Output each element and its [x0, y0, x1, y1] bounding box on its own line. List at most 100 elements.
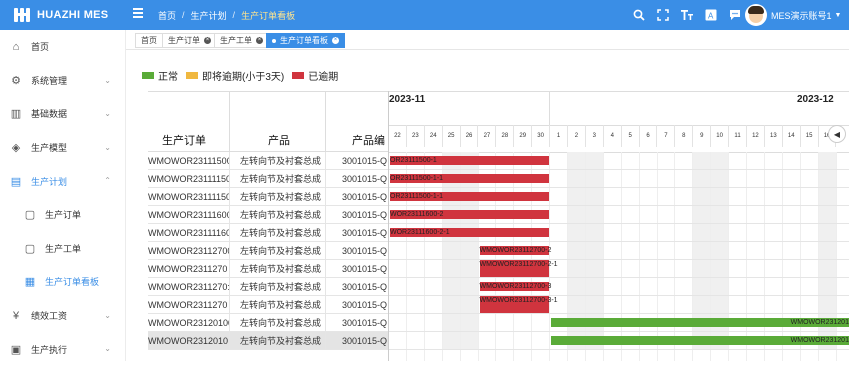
day-label: 24 — [425, 125, 443, 147]
grid-line — [620, 152, 622, 361]
order-cell: WMOWOR2312010 — [148, 332, 230, 350]
user-menu[interactable]: MES演示账号1 ▼ — [771, 0, 841, 30]
gantt-bar[interactable]: WMOWOR231201 — [551, 318, 849, 327]
fullscreen-icon[interactable] — [651, 7, 675, 23]
table-row[interactable]: WMOWOR2311270 左转向节及衬套总成 3001015-Q — [148, 260, 388, 278]
gantt-bar-label: WMOWOR231201 — [790, 319, 849, 326]
breadcrumb: 首页 / 生产计划 / 生产订单看板 — [158, 9, 296, 22]
breadcrumb-home[interactable]: 首页 — [158, 9, 176, 22]
day-label: 28 — [496, 125, 515, 147]
close-icon[interactable]: × — [256, 37, 263, 44]
menu-fold-icon[interactable] — [133, 8, 145, 20]
gantt-bar[interactable]: WMOWOR231201 — [551, 336, 849, 345]
translate-icon[interactable]: A — [699, 7, 723, 23]
day-label: 12 — [747, 125, 765, 147]
legend-overdue: 已逾期 — [292, 68, 338, 83]
sidebar-item-order-board[interactable]: ▦ 生产订单看板 — [0, 265, 125, 299]
cube-icon: ◈ — [11, 142, 21, 155]
gantt-bar[interactable]: WOR23111600-2 — [390, 210, 550, 219]
doc-icon: ▢ — [24, 209, 36, 222]
gantt-bar[interactable]: WMOWOR23112700-2 — [479, 246, 551, 255]
search-icon[interactable] — [627, 7, 651, 23]
close-icon[interactable]: × — [204, 37, 211, 44]
table-row[interactable]: WMOWOR23112700: 左转向节及衬套总成 3001015-Q — [148, 242, 388, 260]
chevron-down-icon: ⌄ — [104, 142, 111, 152]
table-row[interactable]: WMOWOR23111150 左转向节及衬套总成 3001015-Q — [148, 170, 388, 188]
board-icon: ▦ — [24, 276, 36, 289]
user-name[interactable]: MES演示账号1 — [771, 9, 832, 22]
sidebar-item-wage[interactable]: ¥ 绩效工资 ⌄ — [0, 299, 125, 333]
gantt-bar[interactable]: OR23111500-1 — [390, 156, 550, 165]
legend-label: 已逾期 — [308, 72, 339, 83]
grid-line — [835, 152, 837, 361]
product-cell: 左转向节及衬套总成 — [230, 314, 326, 332]
gantt-bar[interactable]: WOR23111600-2-1 — [390, 228, 550, 237]
product-code-cell: 3001015-Q — [342, 282, 388, 292]
gantt-bar[interactable]: WMOWOR23112700-3-1 — [479, 296, 558, 313]
table-row[interactable]: WMOWOR23111160 左转向节及衬套总成 3001015-Q — [148, 224, 388, 242]
table-row[interactable]: WMOWOR2311270: 左转向节及衬套总成 3001015-Q — [148, 278, 388, 296]
sidebar-item-label: 生产执行 — [31, 344, 68, 355]
gantt-bar[interactable]: WMOWOR23112700-3 — [479, 282, 551, 291]
top-header: HUAZHI MES 首页 / 生产计划 / 生产订单看板 A MES演示账号1 ▼ — [0, 0, 849, 30]
product-cell: 左转向节及衬套总成 — [230, 242, 326, 260]
column-header-product[interactable]: 产品 — [230, 92, 326, 151]
table-row[interactable]: WMOWOR2312010 左转向节及衬套总成 3001015-Q — [148, 332, 388, 350]
product-code-cell: 3001015-Q — [342, 156, 388, 166]
gantt-bar[interactable]: OR23111500-1-1 — [390, 192, 550, 201]
day-label: 6 — [640, 125, 658, 147]
tab-order-board[interactable]: 生产订单看板 × — [266, 33, 345, 48]
legend-normal: 正常 — [142, 68, 178, 83]
status-legend: 正常 即将逾期(小于3天) 已逾期 — [142, 68, 346, 83]
tab-home[interactable]: 首页 — [135, 33, 163, 48]
month-divider — [549, 91, 551, 125]
column-header-product-code[interactable]: 产品编 — [326, 92, 388, 151]
avatar[interactable] — [745, 4, 767, 26]
gantt-bar[interactable]: OR23111500-1-1 — [390, 174, 550, 183]
tab-work-order[interactable]: 生产工单 × — [214, 33, 269, 48]
gantt-bar-label: WMOWOR23112700-2-1 — [479, 261, 558, 268]
gantt-bar-label: WOR23111600-2-1 — [390, 229, 450, 236]
table-row[interactable]: WMOWOR2311270 左转向节及衬套总成 3001015-Q — [148, 296, 388, 314]
gantt-bar-label: WMOWOR231201 — [790, 337, 849, 344]
sidebar-item-production-order[interactable]: ▢ 生产订单 — [0, 198, 125, 232]
close-icon[interactable]: × — [332, 37, 339, 44]
sidebar-item-system[interactable]: ⚙ 系统管理 ⌄ — [0, 64, 125, 98]
tab-production-order[interactable]: 生产订单 × — [162, 33, 217, 48]
yen-icon: ¥ — [12, 309, 20, 322]
day-label: 3 — [586, 125, 604, 147]
legend-soon-due: 即将逾期(小于3天) — [186, 68, 284, 83]
font-size-icon[interactable] — [675, 7, 699, 23]
sidebar-item-model[interactable]: ◈ 生产模型 ⌄ — [0, 131, 125, 165]
message-icon[interactable] — [723, 7, 747, 23]
month-label: 2023-12 — [797, 94, 834, 105]
sidebar-item-plan[interactable]: ▤ 生产计划 ⌃ — [0, 164, 125, 198]
grid-line — [477, 152, 479, 361]
row-line — [389, 313, 849, 314]
column-header-order[interactable]: 生产订单 — [148, 92, 230, 151]
product-cell: 左转向节及衬套总成 — [230, 296, 326, 314]
table-row[interactable]: WMOWOR23111600: 左转向节及衬套总成 3001015-Q — [148, 206, 388, 224]
gantt-bar[interactable]: WMOWOR23112700-2-1 — [479, 260, 558, 277]
sidebar-item-home[interactable]: ⌂ 首页 — [0, 30, 125, 64]
table-row[interactable]: WMOWOR23111500 左转向节及衬套总成 3001015-Q — [148, 152, 388, 170]
legend-swatch — [142, 72, 154, 79]
scroll-left-button[interactable]: ◀ — [828, 125, 846, 143]
day-label: 5 — [622, 125, 640, 147]
sidebar-item-label: 生产计划 — [31, 176, 68, 187]
grid-line — [746, 152, 747, 361]
order-cell: WMOWOR23111160 — [148, 224, 230, 242]
table-row[interactable]: WMOWOR23120100 左转向节及衬套总成 3001015-Q — [148, 314, 388, 332]
gantt-bar-label: OR23111500-1-1 — [390, 193, 444, 200]
table-row[interactable]: WMOWOR23111150 左转向节及衬套总成 3001015-Q — [148, 188, 388, 206]
sidebar-item-basic-data[interactable]: ▥ 基础数据 ⌄ — [0, 97, 125, 131]
breadcrumb-plan[interactable]: 生产计划 — [191, 9, 227, 22]
order-cell: WMOWOR2311270: — [148, 278, 230, 296]
app-logo[interactable]: HUAZHI MES — [0, 0, 126, 30]
grid-line — [602, 152, 604, 361]
sidebar-item-work-order[interactable]: ▢ 生产工单 — [0, 232, 125, 266]
product-cell: 左转向节及衬套总成 — [230, 260, 326, 278]
product-cell: 左转向节及衬套总成 — [230, 152, 326, 170]
day-label: 2 — [568, 125, 586, 147]
chevron-down-icon: ⌄ — [104, 344, 111, 354]
